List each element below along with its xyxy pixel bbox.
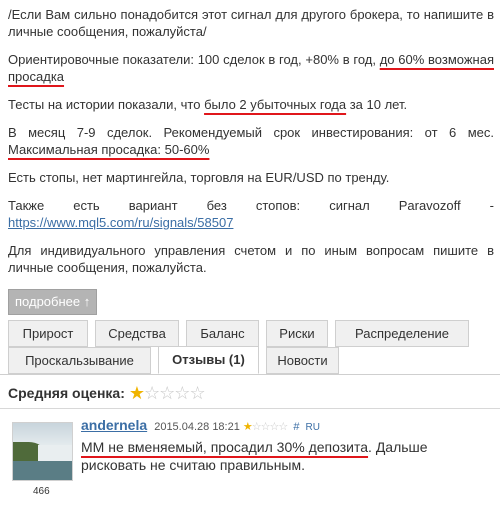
review-highlight: ММ не вменяемый, просадил 30% депозита — [81, 439, 369, 455]
avatar[interactable] — [12, 422, 73, 481]
desc-paragraph-7: Для индивидуального управления счетом и … — [8, 243, 494, 275]
review-author[interactable]: andernela — [81, 417, 147, 433]
signal-link[interactable]: https://www.mql5.com/ru/signals/58507 — [8, 215, 233, 230]
review-text: ММ не вменяемый, просадил 30% депозита. … — [81, 439, 428, 473]
signal-description: /Если Вам сильно понадобится этот сигнал… — [8, 6, 494, 287]
tab-slippage[interactable]: Проскальзывание — [8, 347, 151, 374]
desc-paragraph-4: В месяц 7-9 сделок. Рекомендуемый срок и… — [8, 125, 494, 157]
show-less-button[interactable]: подробнее ↑ — [8, 289, 98, 315]
rating-separator — [0, 408, 500, 409]
star-empty-icon: ☆ — [260, 421, 271, 433]
average-rating: Средняя оценка: ★☆☆☆☆ — [8, 383, 206, 404]
desc-paragraph-1: /Если Вам сильно понадобится этот сигнал… — [8, 7, 494, 39]
star-empty-icon: ☆ — [251, 421, 262, 433]
tab-balance[interactable]: Баланс — [186, 320, 259, 347]
review-stars: ★☆☆☆☆ — [242, 421, 288, 433]
star-empty-icon: ☆ — [189, 383, 205, 403]
highlight-losing-years: было 2 убыточных года — [204, 97, 347, 112]
tabs-divider — [0, 374, 500, 375]
highlight-max-drawdown: Максимальная просадка: 50-60% — [8, 142, 210, 157]
tab-equity[interactable]: Средства — [95, 320, 179, 347]
desc-paragraph-3: Тесты на истории показали, что было 2 уб… — [8, 97, 408, 112]
rating-stars: ★☆☆☆☆ — [128, 383, 206, 404]
author-rating-count: 466 — [33, 486, 50, 497]
desc-paragraph-5: Есть стопы, нет мартингейла, торговля на… — [8, 170, 390, 185]
tab-risks[interactable]: Риски — [266, 320, 328, 347]
star-empty-icon: ☆ — [174, 383, 190, 403]
tab-distribution[interactable]: Распределение — [335, 320, 469, 347]
desc-paragraph-2: Ориентировочные показатели: 100 сделок в… — [8, 52, 494, 84]
star-empty-icon: ☆ — [159, 383, 175, 403]
tab-reviews[interactable]: Отзывы (1) — [158, 346, 259, 374]
rating-label: Средняя оценка: — [8, 385, 125, 401]
review-language[interactable]: RU — [306, 422, 320, 433]
star-empty-icon: ☆ — [144, 383, 160, 403]
review-permalink[interactable]: # — [293, 421, 299, 433]
star-empty-icon: ☆ — [278, 421, 288, 433]
star-filled-icon: ★ — [128, 383, 145, 403]
review-meta: andernela 2015.04.28 18:21 ★☆☆☆☆ # RU — [81, 416, 320, 437]
tab-growth[interactable]: Прирост — [8, 320, 88, 347]
star-filled-icon: ★ — [242, 421, 253, 433]
review-date: 2015.04.28 18:21 — [154, 421, 240, 433]
desc-paragraph-6: Также есть вариант без стопов: сигнал Pa… — [8, 198, 494, 230]
tab-news[interactable]: Новости — [266, 347, 339, 374]
